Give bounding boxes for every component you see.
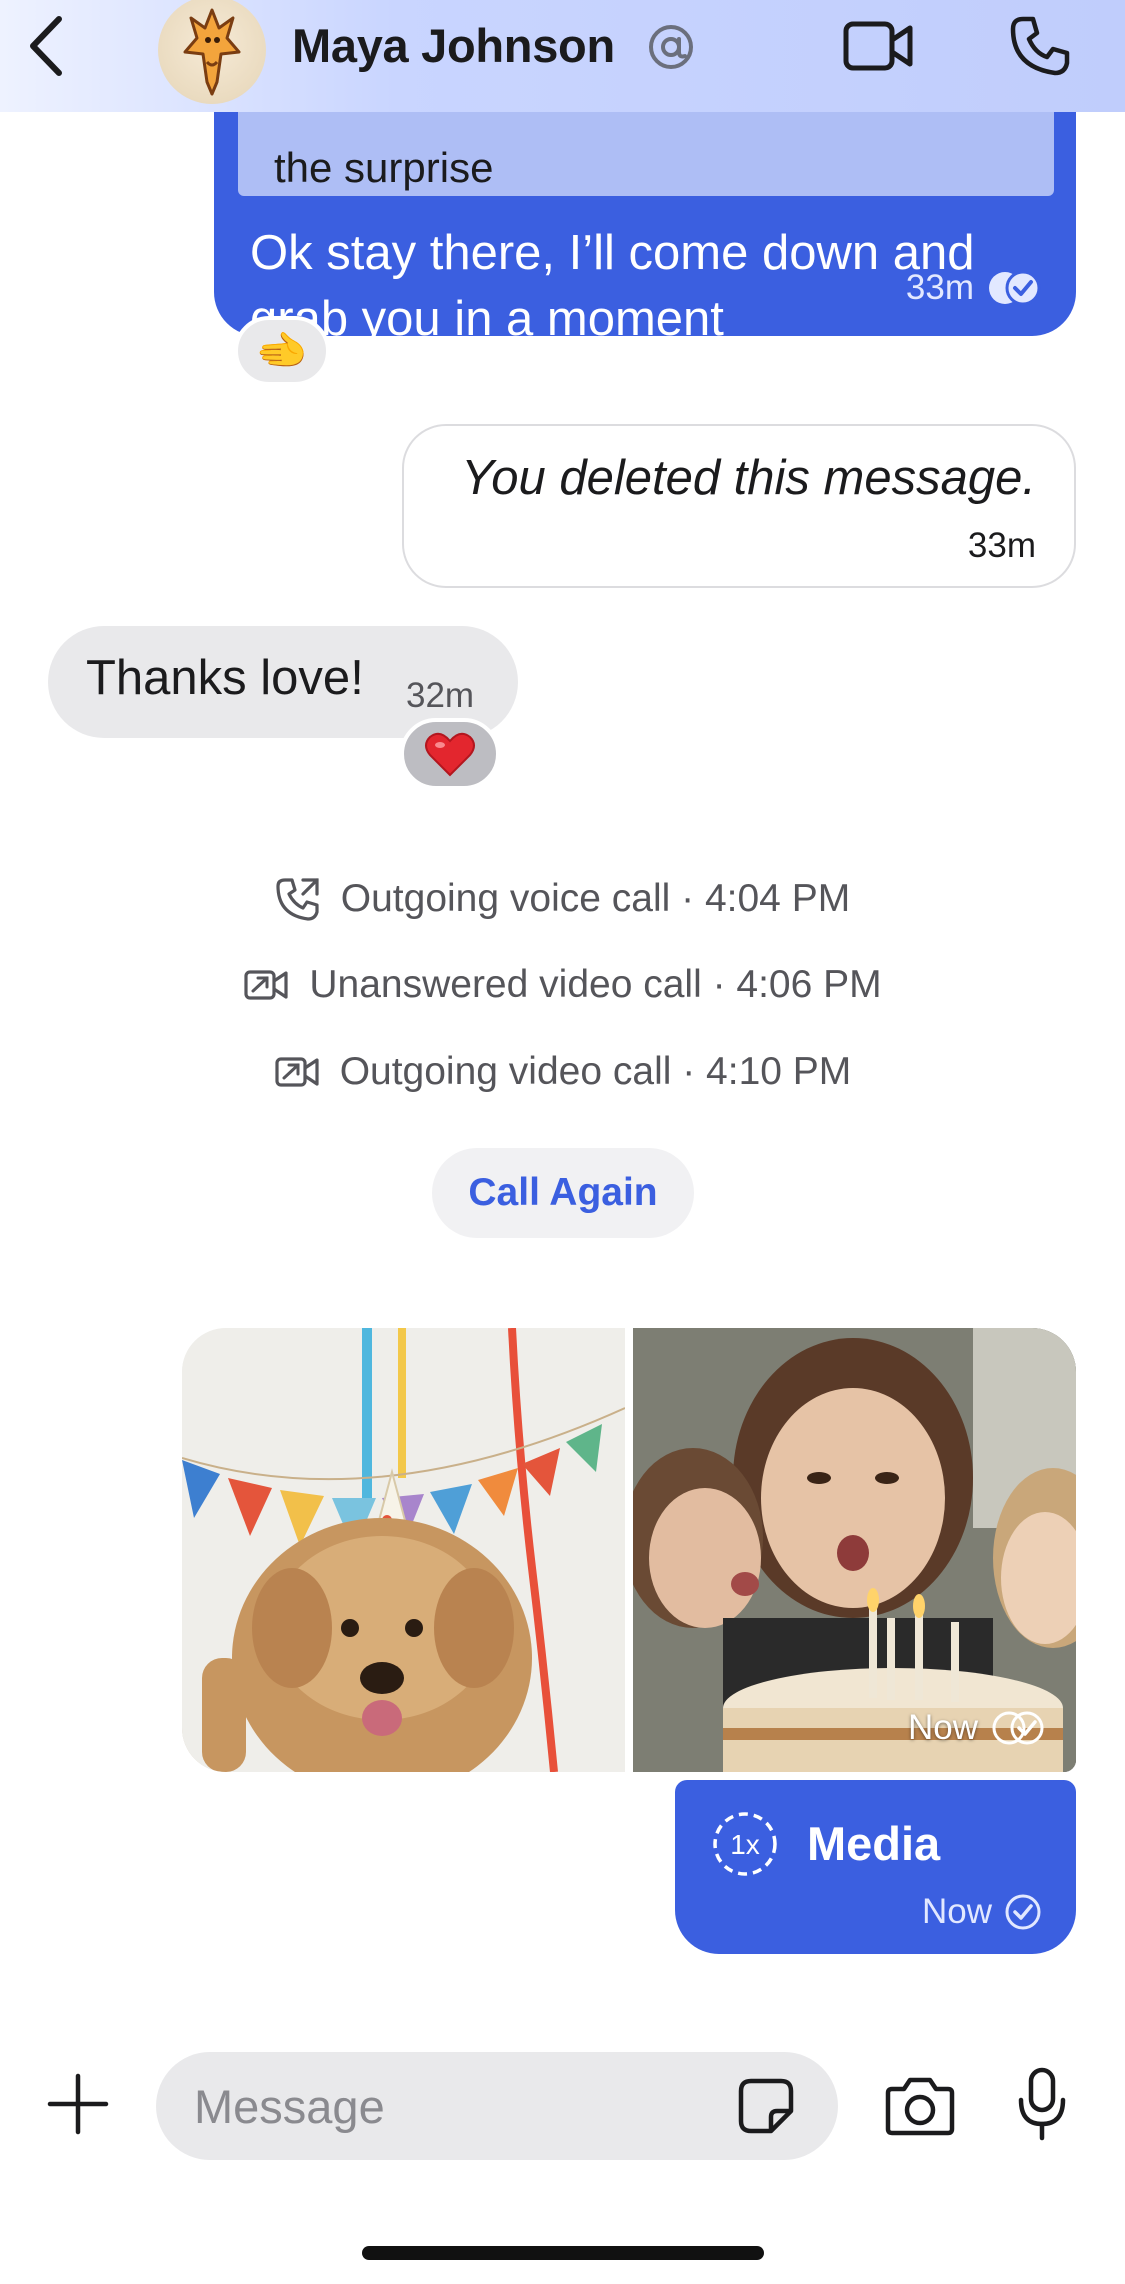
message-reaction[interactable] bbox=[400, 718, 500, 790]
message-meta: Now bbox=[922, 1892, 1042, 1932]
chevron-left-icon bbox=[30, 16, 62, 76]
home-indicator bbox=[362, 2246, 764, 2260]
video-call-button[interactable] bbox=[840, 14, 916, 78]
call-log-item[interactable]: Outgoing video call · 4:10 PM bbox=[0, 1050, 1125, 1094]
media-album[interactable]: Now bbox=[182, 1328, 1076, 1772]
video-call-icon bbox=[275, 1057, 319, 1087]
call-log-text: Outgoing voice call · 4:04 PM bbox=[340, 877, 851, 920]
photo-dog-party[interactable] bbox=[182, 1328, 625, 1772]
call-log-item[interactable]: Unanswered video call · 4:06 PM bbox=[0, 963, 1125, 1007]
media-time: Now bbox=[907, 1708, 978, 1747]
view-once-badge: 1x bbox=[730, 1829, 760, 1860]
media-meta: Now bbox=[908, 1708, 1046, 1748]
message-time: Now bbox=[921, 1892, 992, 1931]
plus-icon bbox=[47, 2073, 109, 2135]
message-meta: 33m bbox=[906, 268, 1042, 308]
quoted-reply[interactable]: the surprise bbox=[238, 100, 1054, 196]
sticker-button[interactable] bbox=[730, 2070, 802, 2142]
read-receipt-icon bbox=[989, 270, 1041, 306]
contact-name[interactable]: Maya Johnson bbox=[292, 18, 615, 73]
view-once-icon: 1x bbox=[711, 1810, 779, 1878]
call-again-button[interactable]: Call Again bbox=[432, 1148, 694, 1238]
message-time: 33m bbox=[967, 526, 1036, 565]
message-time: 32m bbox=[406, 676, 475, 715]
deleted-message-text: You deleted this message. bbox=[461, 451, 1036, 505]
view-once-media-bubble[interactable]: 1x Media Now bbox=[675, 1780, 1076, 1954]
message-time: 33m bbox=[905, 268, 974, 307]
photo-birthday-cake[interactable]: Now bbox=[633, 1328, 1076, 1772]
outgoing-call-icon bbox=[276, 878, 319, 921]
heart-icon bbox=[425, 732, 475, 777]
avatar[interactable] bbox=[158, 0, 266, 104]
voice-call-button[interactable] bbox=[1006, 12, 1074, 80]
video-camera-icon bbox=[843, 21, 913, 71]
read-receipt-icon bbox=[992, 1711, 1044, 1745]
media-label: Media bbox=[807, 1817, 941, 1870]
chat-header: Maya Johnson bbox=[0, 0, 1125, 112]
video-call-icon bbox=[244, 970, 288, 1000]
birthday-illustration bbox=[633, 1328, 1076, 1772]
add-attachment-button[interactable] bbox=[38, 2064, 118, 2144]
message-reaction[interactable]: 🫲 bbox=[234, 316, 330, 386]
deleted-message-bubble[interactable]: You deleted this message. 33m bbox=[402, 424, 1076, 588]
quoted-text: the surprise bbox=[274, 144, 494, 191]
call-log-text: Outgoing video call · 4:10 PM bbox=[339, 1050, 852, 1093]
avatar-fox-illustration bbox=[183, 8, 241, 96]
at-sign-icon bbox=[649, 25, 693, 69]
reaction-emoji: 🫲 bbox=[255, 326, 309, 374]
message-composer bbox=[0, 2040, 1125, 2170]
call-log-text: Unanswered video call · 4:06 PM bbox=[309, 963, 882, 1006]
camera-icon bbox=[885, 2077, 955, 2136]
sent-check-icon bbox=[1005, 1894, 1041, 1930]
call-log-item[interactable]: Outgoing voice call · 4:04 PM bbox=[0, 876, 1125, 922]
sticker-icon bbox=[738, 2078, 794, 2134]
microphone-icon bbox=[1018, 2067, 1066, 2141]
camera-button[interactable] bbox=[880, 2066, 960, 2146]
phone-icon bbox=[1010, 16, 1070, 76]
microphone-button[interactable] bbox=[1004, 2062, 1080, 2146]
dog-party-illustration bbox=[182, 1328, 625, 1772]
back-button[interactable] bbox=[20, 14, 70, 78]
message-text: Thanks love! bbox=[86, 651, 364, 705]
